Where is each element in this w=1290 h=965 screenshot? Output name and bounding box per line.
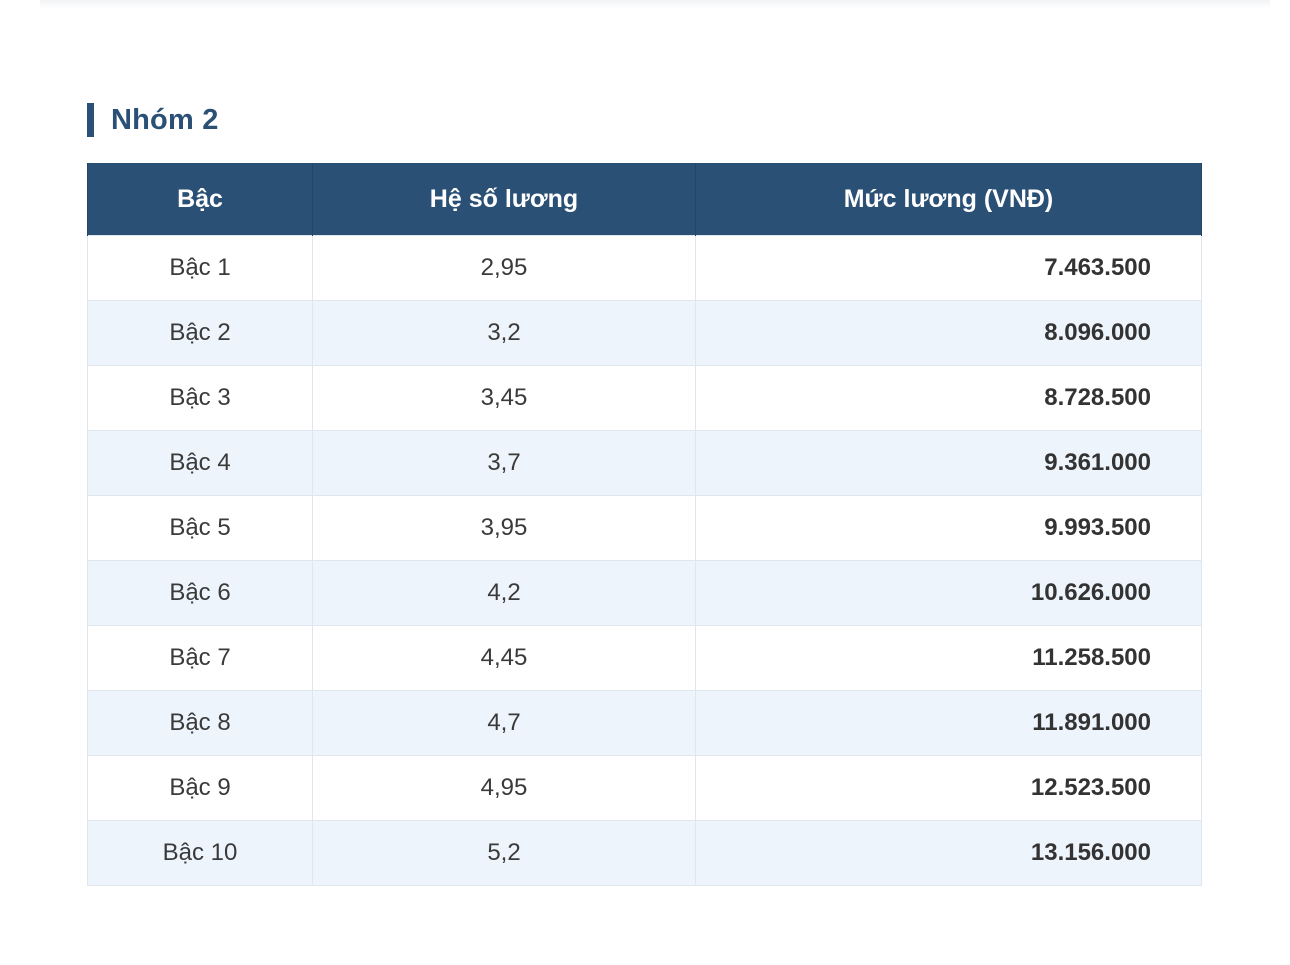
cell-salary: 10.626.000 — [695, 560, 1202, 626]
cell-salary: 8.096.000 — [695, 300, 1202, 366]
table-row: Bậc 5 3,95 9.993.500 — [87, 495, 1202, 561]
cell-level: Bậc 10 — [87, 820, 313, 886]
cell-salary: 11.891.000 — [695, 690, 1202, 756]
section-heading: Nhóm 2 — [87, 102, 1201, 138]
cell-level: Bậc 4 — [87, 430, 313, 496]
top-edge-shadow — [40, 0, 1270, 8]
cell-level: Bậc 1 — [87, 235, 313, 301]
heading-accent-bar — [87, 103, 94, 137]
cell-salary: 12.523.500 — [695, 755, 1202, 821]
cell-level: Bậc 9 — [87, 755, 313, 821]
table-row: Bậc 1 2,95 7.463.500 — [87, 235, 1202, 301]
cell-coefficient: 3,45 — [312, 365, 696, 431]
table-header: Bậc Hệ số lương Mức lương (VNĐ) — [87, 163, 1202, 236]
table-body: Bậc 1 2,95 7.463.500 Bậc 2 3,2 8.096.000 Bậc 3… — [87, 235, 1202, 886]
table-row: Bậc 10 5,2 13.156.000 — [87, 820, 1202, 886]
cell-coefficient: 4,2 — [312, 560, 696, 626]
header-coefficient: Hệ số lương — [312, 163, 696, 236]
table-row: Bậc 6 4,2 10.626.000 — [87, 560, 1202, 626]
cell-coefficient: 2,95 — [312, 235, 696, 301]
table-row: Bậc 2 3,2 8.096.000 — [87, 300, 1202, 366]
cell-coefficient: 3,2 — [312, 300, 696, 366]
table-row: Bậc 9 4,95 12.523.500 — [87, 755, 1202, 821]
cell-level: Bậc 5 — [87, 495, 313, 561]
salary-table: Bậc Hệ số lương Mức lương (VNĐ) Bậc 1 2,9… — [87, 163, 1202, 886]
cell-coefficient: 5,2 — [312, 820, 696, 886]
cell-level: Bậc 2 — [87, 300, 313, 366]
header-row: Bậc Hệ số lương Mức lương (VNĐ) — [87, 163, 1202, 236]
cell-coefficient: 4,45 — [312, 625, 696, 691]
header-level: Bậc — [87, 163, 313, 236]
cell-salary: 7.463.500 — [695, 235, 1202, 301]
table-row: Bậc 8 4,7 11.891.000 — [87, 690, 1202, 756]
cell-salary: 9.993.500 — [695, 495, 1202, 561]
table-row: Bậc 7 4,45 11.258.500 — [87, 625, 1202, 691]
cell-coefficient: 3,95 — [312, 495, 696, 561]
header-salary: Mức lương (VNĐ) — [695, 163, 1202, 236]
cell-level: Bậc 7 — [87, 625, 313, 691]
cell-salary: 13.156.000 — [695, 820, 1202, 886]
cell-salary: 9.361.000 — [695, 430, 1202, 496]
cell-coefficient: 4,95 — [312, 755, 696, 821]
cell-level: Bậc 3 — [87, 365, 313, 431]
cell-salary: 8.728.500 — [695, 365, 1202, 431]
cell-coefficient: 3,7 — [312, 430, 696, 496]
section-title: Nhóm 2 — [111, 103, 219, 136]
salary-section: Nhóm 2 Bậc Hệ số lương Mức lương (VNĐ) B… — [87, 102, 1202, 886]
table-row: Bậc 3 3,45 8.728.500 — [87, 365, 1202, 431]
cell-level: Bậc 8 — [87, 690, 313, 756]
cell-salary: 11.258.500 — [695, 625, 1202, 691]
cell-coefficient: 4,7 — [312, 690, 696, 756]
cell-level: Bậc 6 — [87, 560, 313, 626]
table-row: Bậc 4 3,7 9.361.000 — [87, 430, 1202, 496]
